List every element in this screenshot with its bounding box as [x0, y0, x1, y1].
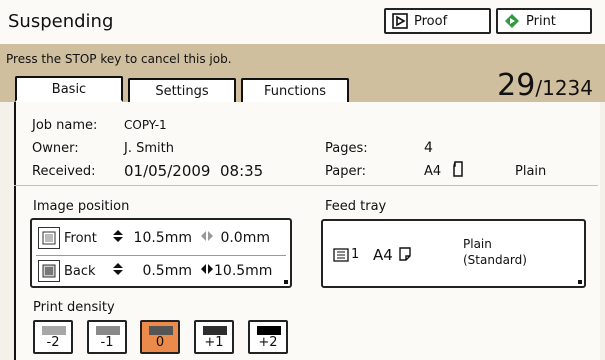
- density-button-plus2[interactable]: +2: [248, 320, 288, 354]
- job-name-label: Job name:: [32, 118, 98, 133]
- density-swatch: [257, 326, 281, 335]
- job-suspend-screen: Suspending Proof Print Press the STOP ke…: [0, 0, 605, 360]
- front-label: Front: [64, 230, 97, 246]
- owner-value: J. Smith: [124, 141, 174, 156]
- tab-settings-label: Settings: [155, 83, 209, 99]
- corner-marker: [284, 280, 288, 284]
- screen-title: Suspending: [8, 11, 114, 32]
- divider: [14, 185, 598, 186]
- density-swatch: [203, 326, 227, 335]
- print-density-label: Print density: [33, 300, 115, 315]
- image-position-box[interactable]: Front 10.5mm 0.0mm Back 0.5mm 10.5mm: [30, 218, 292, 288]
- density-button-minus2[interactable]: -2: [33, 320, 73, 354]
- back-position-row: Back 0.5mm 10.5mm: [38, 258, 273, 284]
- feed-tray-box[interactable]: 1 A4 Plain (Standard): [321, 219, 586, 288]
- density-value: +2: [258, 335, 278, 350]
- tray-paper-size: A4: [373, 246, 393, 264]
- paper-type-value: Plain: [515, 164, 547, 179]
- front-side-icon: [38, 227, 60, 249]
- tab-settings[interactable]: Settings: [128, 78, 236, 102]
- tray-paper-type-detail: (Standard): [463, 253, 527, 267]
- front-vertical-value: 10.5mm: [133, 230, 192, 246]
- horizontal-shift-icon: [200, 263, 214, 279]
- density-value: 0: [155, 335, 165, 350]
- current-count: 29: [497, 68, 536, 103]
- vertical-shift-icon: [112, 229, 124, 247]
- page-counter: 29/1234: [497, 68, 593, 103]
- front-position-row: Front 10.5mm 0.0mm: [38, 225, 270, 251]
- density-swatch: [42, 326, 66, 335]
- print-button[interactable]: Print: [496, 8, 592, 34]
- back-side-icon: [38, 260, 60, 282]
- proof-label: Proof: [414, 13, 448, 29]
- feed-tray-label: Feed tray: [325, 199, 387, 214]
- density-value: +1: [204, 335, 224, 350]
- density-button-0[interactable]: 0: [140, 320, 180, 354]
- proof-button[interactable]: Proof: [384, 8, 491, 34]
- front-horizontal-value: 0.0mm: [220, 230, 270, 246]
- paper-orientation-icon: [452, 161, 464, 181]
- density-swatch: [96, 326, 120, 335]
- owner-label: Owner:: [32, 141, 79, 156]
- density-value: -1: [100, 335, 114, 350]
- tray-paper-orientation-icon: [399, 246, 411, 265]
- tray-icon: [333, 247, 349, 266]
- density-button-plus1[interactable]: +1: [194, 320, 234, 354]
- corner-marker: [578, 280, 582, 284]
- title-bar: Suspending Proof Print: [0, 0, 605, 45]
- tab-basic-label: Basic: [51, 81, 87, 97]
- job-name-value: COPY-1: [124, 118, 167, 132]
- back-vertical-value: 0.5mm: [142, 263, 192, 279]
- stop-message: Press the STOP key to cancel this job.: [6, 52, 232, 66]
- density-value: -2: [46, 335, 60, 350]
- tab-functions[interactable]: Functions: [241, 78, 349, 102]
- status-bar: Press the STOP key to cancel this job. B…: [0, 44, 605, 103]
- print-icon: [504, 13, 520, 29]
- back-horizontal-value: 10.5mm: [214, 263, 273, 279]
- received-value: 01/05/2009 08:35: [124, 162, 264, 180]
- horizontal-shift-icon: [200, 230, 214, 246]
- proof-icon: [392, 13, 408, 29]
- pages-label: Pages:: [325, 141, 368, 156]
- density-swatch: [149, 326, 173, 335]
- row-divider: [36, 255, 286, 256]
- vertical-shift-icon: [112, 262, 124, 280]
- tab-basic[interactable]: Basic: [15, 76, 123, 102]
- received-label: Received:: [32, 164, 96, 179]
- pages-value: 4: [424, 140, 433, 156]
- tray-paper-type: Plain: [463, 237, 492, 251]
- density-button-minus1[interactable]: -1: [87, 320, 127, 354]
- paper-label: Paper:: [325, 164, 366, 179]
- total-count: /1234: [535, 76, 593, 100]
- paper-size-value: A4: [424, 164, 442, 179]
- back-label: Back: [64, 263, 96, 279]
- print-label: Print: [526, 13, 556, 29]
- tray-number: 1: [351, 247, 360, 262]
- tab-functions-label: Functions: [263, 83, 327, 99]
- image-position-label: Image position: [33, 199, 130, 214]
